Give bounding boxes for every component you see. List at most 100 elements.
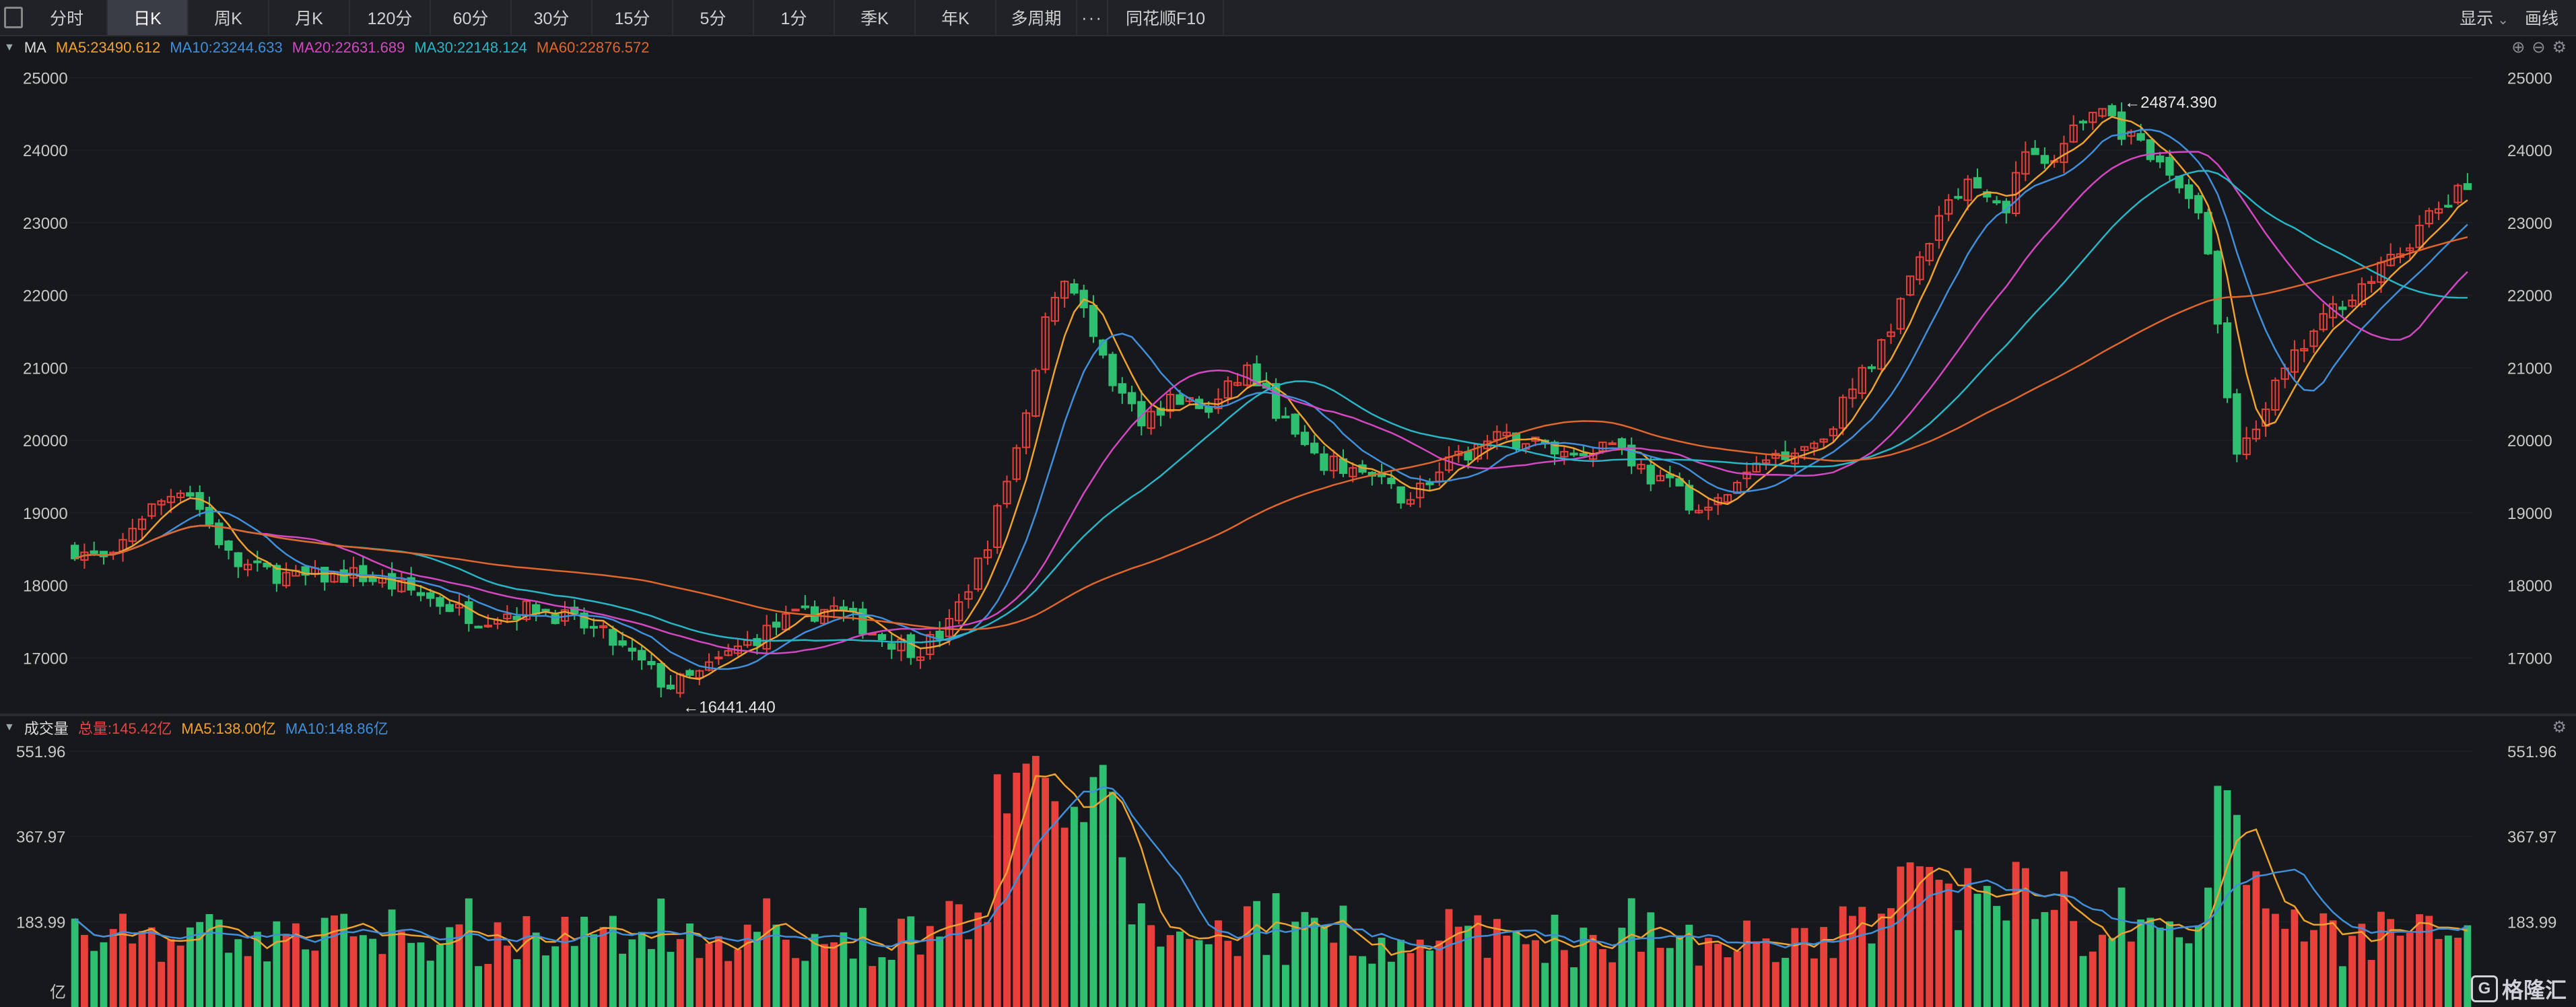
vol-tick-right: 183.99 — [2507, 913, 2556, 932]
draw-line-button[interactable]: 画线 — [2525, 5, 2558, 30]
period-tab[interactable]: 季K — [835, 0, 916, 35]
layout-toggle-icon[interactable] — [0, 0, 27, 35]
volume-indicator-name[interactable]: 成交量 — [24, 717, 69, 738]
period-tab[interactable]: 日K — [108, 0, 189, 35]
period-tab[interactable]: 月K — [269, 0, 350, 35]
logo-icon: G — [2470, 975, 2498, 1002]
volume-bar — [2396, 936, 2404, 1007]
volume-bar — [2338, 966, 2346, 1007]
volume-bar — [772, 924, 780, 1007]
volume-bar — [2099, 934, 2106, 1007]
volume-bar — [1387, 961, 1395, 1007]
period-tab[interactable]: 60分 — [431, 0, 512, 35]
volume-bar — [638, 932, 646, 1007]
volume-bar — [897, 918, 905, 1007]
collapse-icon[interactable]: ▼ — [4, 722, 15, 734]
candle-body — [1685, 485, 1693, 511]
volume-bar — [590, 934, 598, 1007]
volume-bar — [2262, 908, 2270, 1007]
y-tick-right: 18000 — [2507, 578, 2552, 596]
candle-body — [666, 685, 675, 690]
volume-bar — [599, 927, 607, 1007]
period-tab[interactable]: 30分 — [512, 0, 592, 35]
volume-bar — [1983, 886, 1991, 1007]
period-tab[interactable]: 5分 — [673, 0, 754, 35]
volume-bar — [1310, 917, 1318, 1007]
indicator-name[interactable]: MA — [24, 39, 46, 57]
period-tab[interactable]: 15分 — [592, 0, 673, 35]
collapse-icon[interactable]: ▼ — [4, 42, 15, 54]
volume-bar — [551, 946, 560, 1007]
volume-bar — [1474, 915, 1482, 1007]
volume-bar — [782, 939, 790, 1007]
period-toolbar: 分时 日K 周K 月K 120分 60分 30分 15分 5分 1分 季K 年K 多周期 ··· 同花顺… — [0, 0, 2576, 36]
volume-bar — [331, 915, 338, 1007]
candle-body — [1954, 196, 1963, 199]
volume-bar — [561, 916, 569, 1007]
volume-bar — [1060, 827, 1069, 1007]
y-tick-left: 21000 — [23, 359, 68, 378]
f10-button[interactable]: 同花顺F10 — [1108, 0, 1224, 35]
settings-gear-icon[interactable]: ⚙ — [2552, 718, 2567, 737]
period-tab[interactable]: 120分 — [350, 0, 431, 35]
volume-bar — [1762, 938, 1770, 1007]
y-tick-right: 17000 — [2507, 650, 2552, 668]
period-tab[interactable]: 分时 — [27, 0, 108, 35]
volume-bar — [1147, 925, 1155, 1007]
volume-legend: ▼ 成交量 总量:145.42亿 MA5:138.00亿 MA10:148.86亿 — [0, 716, 388, 739]
volume-bar — [475, 966, 482, 1007]
volume-bar — [147, 927, 156, 1007]
period-tab[interactable]: 多周期 — [996, 0, 1077, 35]
zoom-in-icon[interactable]: ⊕ — [2511, 38, 2525, 57]
volume-bar — [887, 959, 895, 1007]
volume-bar — [1042, 777, 1050, 1007]
zoom-out-icon[interactable]: ⊖ — [2532, 38, 2545, 57]
volume-bar — [2108, 938, 2116, 1007]
price-chart[interactable]: 25000 25000 24000 24000 23000 23000 22000 22000… — [0, 59, 2576, 714]
candle-body — [70, 545, 79, 559]
display-menu[interactable]: 显示 ⌄ — [2460, 5, 2509, 30]
volume-chart[interactable]: 551.96 551.96 367.97 367.97 183.99 183.99 亿 — [0, 739, 2576, 1007]
volume-bar — [225, 952, 232, 1007]
candle-body — [791, 609, 800, 612]
volume-bar — [1503, 936, 1511, 1007]
volume-bar — [2291, 909, 2299, 1007]
volume-bar — [1272, 893, 1280, 1007]
volume-bar — [167, 939, 175, 1007]
volume-bar — [1858, 907, 1866, 1007]
vol-tick-left: 551.96 — [16, 743, 65, 761]
volume-bar — [705, 943, 713, 1007]
volume-bar — [282, 934, 290, 1007]
volume-bar — [2156, 928, 2164, 1007]
volume-bar — [119, 913, 127, 1007]
candle-body — [186, 492, 195, 497]
candle-body — [445, 604, 454, 613]
settings-gear-icon[interactable]: ⚙ — [2552, 38, 2567, 57]
y-tick-left: 19000 — [23, 505, 68, 523]
candle-body — [551, 614, 560, 625]
volume-bar — [426, 961, 434, 1007]
candle-body — [2444, 205, 2453, 208]
candle-body — [1127, 392, 1137, 405]
volume-bar — [849, 959, 857, 1007]
volume-bar — [570, 946, 578, 1007]
volume-bar — [129, 943, 137, 1007]
vol-ma-line-5 — [74, 773, 2468, 957]
period-tab[interactable]: 周K — [189, 0, 269, 35]
candle-body — [359, 565, 368, 582]
candle-body — [2156, 155, 2165, 163]
y-tick-right: 25000 — [2507, 69, 2552, 88]
period-tab[interactable]: 年K — [916, 0, 996, 35]
volume-bar — [109, 929, 117, 1007]
volume-bar — [1724, 957, 1732, 1007]
more-periods-button[interactable]: ··· — [1077, 0, 1108, 35]
candle-body — [656, 663, 665, 688]
volume-bar — [753, 932, 761, 1007]
candle-body — [1291, 413, 1299, 435]
period-tab[interactable]: 1分 — [754, 0, 835, 35]
volume-bar — [1233, 956, 1242, 1007]
volume-bar — [1704, 938, 1712, 1007]
volume-bar — [1320, 925, 1328, 1007]
y-tick-right: 24000 — [2507, 142, 2552, 160]
volume-bar — [2367, 960, 2375, 1007]
